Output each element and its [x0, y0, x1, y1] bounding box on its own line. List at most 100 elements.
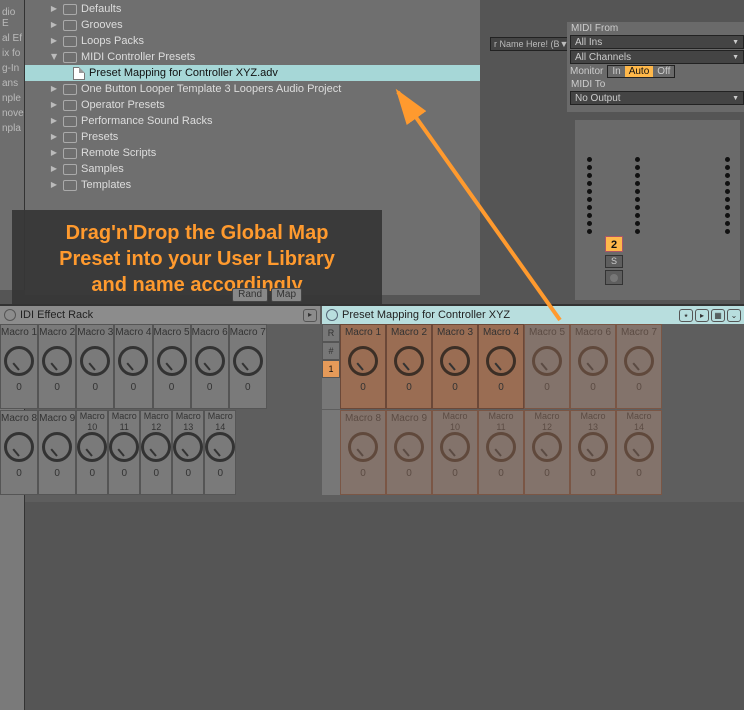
knob-icon[interactable]	[118, 346, 148, 376]
knob-icon[interactable]	[532, 346, 562, 376]
macro-knob[interactable]: Macro 20	[386, 324, 432, 409]
folder-midi-controller-presets[interactable]: ▶MIDI Controller Presets	[25, 49, 480, 65]
knob-icon[interactable]	[77, 432, 107, 462]
knob-icon[interactable]	[486, 432, 516, 462]
show-chain-icon[interactable]: ▦	[711, 309, 725, 322]
macro-knob[interactable]: Macro 30	[76, 324, 114, 409]
macro-knob[interactable]: Macro110	[478, 410, 524, 495]
macro-knob[interactable]: Macro 60	[570, 324, 616, 409]
midi-routing-panel: MIDI From All Ins▼ All Channels▼ Monitor…	[567, 22, 744, 112]
macro-knob[interactable]: Macro 70	[616, 324, 662, 409]
chain-1-button[interactable]: 1	[322, 360, 340, 378]
midi-from-channel[interactable]: All Channels▼	[570, 50, 744, 64]
knob-icon[interactable]	[80, 346, 110, 376]
knob-icon[interactable]	[394, 346, 424, 376]
session-mixer-area	[575, 120, 740, 300]
knob-icon[interactable]	[233, 346, 263, 376]
knob-icon[interactable]	[578, 346, 608, 376]
macro-grid-right-row2: Macro 80Macro 90Macro100Macro110Macro120…	[322, 410, 662, 495]
instruction-overlay: Drag'n'Drop the Global Map Preset into y…	[12, 210, 382, 308]
knob-icon[interactable]	[4, 432, 34, 462]
knob-icon[interactable]	[348, 346, 378, 376]
knob-icon[interactable]	[141, 432, 171, 462]
macro-knob[interactable]: Macro 80	[0, 410, 38, 495]
knob-icon[interactable]	[348, 432, 378, 462]
folder-grooves[interactable]: ▶Grooves	[25, 17, 480, 33]
macro-knob[interactable]: Macro 40	[114, 324, 152, 409]
macro-knob[interactable]: Macro 60	[191, 324, 229, 409]
macro-knob[interactable]: Macro140	[204, 410, 236, 495]
macro-knob[interactable]: Macro110	[108, 410, 140, 495]
device-power-icon[interactable]	[4, 309, 16, 321]
folder-samples[interactable]: ▶Samples	[25, 161, 480, 177]
macro-knob[interactable]: Macro120	[524, 410, 570, 495]
knob-icon[interactable]	[205, 432, 235, 462]
folder-templates[interactable]: ▶Templates	[25, 177, 480, 193]
knob-icon[interactable]	[42, 346, 72, 376]
knob-icon[interactable]	[394, 432, 424, 462]
midi-to-label: MIDI To	[567, 78, 744, 91]
macro-grid-left-row2: Macro 80Macro 90Macro100Macro110Macro120…	[0, 410, 25, 710]
rand-button[interactable]: Rand	[232, 288, 268, 302]
knob-icon[interactable]	[578, 432, 608, 462]
device-title-midi-effect-rack[interactable]: IDI Effect Rack ▸	[0, 306, 320, 324]
macro-knob[interactable]: Macro130	[172, 410, 204, 495]
folder-performance-sound-racks[interactable]: ▶Performance Sound Racks	[25, 113, 480, 129]
folder-remote-scripts[interactable]: ▶Remote Scripts	[25, 145, 480, 161]
map-button[interactable]: Map	[271, 288, 302, 302]
folder-defaults[interactable]: ▶Defaults	[25, 1, 480, 17]
macro-knob[interactable]: Macro 80	[340, 410, 386, 495]
macro-knob[interactable]: Macro 50	[524, 324, 570, 409]
monitor-label: Monitor	[570, 66, 603, 77]
knob-icon[interactable]	[486, 346, 516, 376]
folder-loops-packs[interactable]: ▶Loops Packs	[25, 33, 480, 49]
knob-icon[interactable]	[624, 346, 654, 376]
macro-knob[interactable]: Macro 90	[38, 410, 76, 495]
rand-r-button[interactable]: R	[322, 324, 340, 342]
macro-knob[interactable]: Macro 20	[38, 324, 76, 409]
hot-swap-icon[interactable]: ⭑	[679, 309, 693, 322]
save-icon[interactable]: ▸	[695, 309, 709, 322]
macro-knob[interactable]: Macro 10	[340, 324, 386, 409]
midi-from-input[interactable]: All Ins▼	[570, 35, 744, 49]
device-power-icon[interactable]	[326, 309, 338, 321]
macro-knob[interactable]: Macro100	[432, 410, 478, 495]
track-name-dropdown[interactable]: r Name Here! (B▼	[490, 37, 570, 51]
fold-icon[interactable]: ⌄	[727, 309, 741, 322]
solo-button[interactable]: S	[605, 255, 623, 268]
hash-button[interactable]: #	[322, 342, 340, 360]
folder-presets[interactable]: ▶Presets	[25, 129, 480, 145]
rack-side-column: R # 1	[322, 324, 340, 409]
knob-icon[interactable]	[440, 432, 470, 462]
monitor-toggle[interactable]: InAutoOff	[607, 65, 675, 78]
folder-operator-presets[interactable]: ▶Operator Presets	[25, 97, 480, 113]
macro-knob[interactable]: Macro 40	[478, 324, 524, 409]
knob-icon[interactable]	[4, 346, 34, 376]
knob-icon[interactable]	[42, 432, 72, 462]
macro-knob[interactable]: Macro100	[76, 410, 108, 495]
macro-knob[interactable]: Macro 30	[432, 324, 478, 409]
macro-knob[interactable]: Macro130	[570, 410, 616, 495]
knob-icon[interactable]	[109, 432, 139, 462]
save-preset-icon[interactable]: ▸	[303, 309, 317, 322]
macro-knob[interactable]: Macro140	[616, 410, 662, 495]
knob-icon[interactable]	[195, 346, 225, 376]
device-title-preset-mapping[interactable]: Preset Mapping for Controller XYZ ⭑ ▸ ▦ …	[322, 306, 744, 324]
preset-file-selected[interactable]: Preset Mapping for Controller XYZ.adv	[25, 65, 480, 81]
macro-knob[interactable]: Macro120	[140, 410, 172, 495]
macro-knob[interactable]: Macro 90	[386, 410, 432, 495]
macro-knob[interactable]: Macro 70	[229, 324, 267, 409]
macro-knob[interactable]: Macro 50	[153, 324, 191, 409]
macro-knob[interactable]: Macro 10	[0, 324, 38, 409]
knob-icon[interactable]	[157, 346, 187, 376]
macro-grid-right: R # 1 Macro 10Macro 20Macro 30Macro 40Ma…	[322, 324, 662, 409]
track-number-box[interactable]: 2	[605, 236, 623, 252]
knob-icon[interactable]	[173, 432, 203, 462]
knob-icon[interactable]	[624, 432, 654, 462]
knob-icon[interactable]	[532, 432, 562, 462]
folder-one-button-looper[interactable]: ▶One Button Looper Template 3 Loopers Au…	[25, 81, 480, 97]
midi-from-label: MIDI From	[567, 22, 744, 35]
midi-to-output[interactable]: No Output▼	[570, 91, 744, 105]
knob-icon[interactable]	[440, 346, 470, 376]
record-arm-button[interactable]	[605, 270, 623, 285]
